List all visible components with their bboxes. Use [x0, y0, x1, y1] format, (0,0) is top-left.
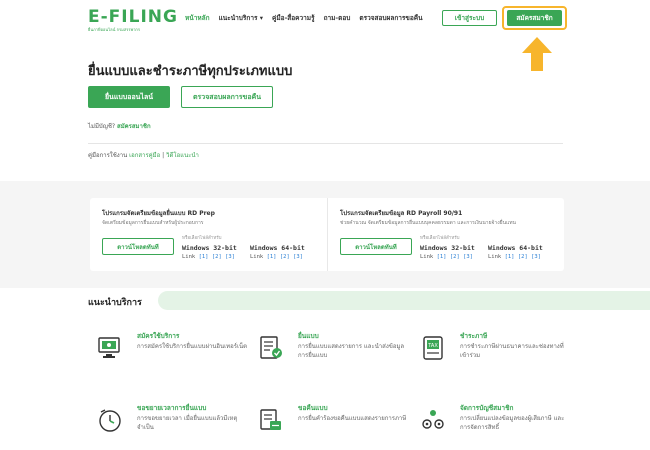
download-link-1[interactable]: [1]: [267, 254, 277, 260]
links-prefix: Link: [420, 254, 434, 260]
service-desc: การยื่นแบบแสดงรายการ และนำส่งข้อมูลการยื…: [298, 343, 405, 359]
program-desc: จัดเตรียมข้อมูลการยื่นแบบสำหรับผู้ประกอบ…: [102, 220, 204, 226]
download-link-1[interactable]: [1]: [505, 254, 515, 260]
download-link-2[interactable]: [2]: [280, 254, 290, 260]
nav-home[interactable]: หน้าหลัก: [185, 13, 210, 23]
program-title: โปรแกรมจัดเตรียมข้อมูลยื่นแบบ RD Prep: [102, 210, 215, 217]
service-name: ยื่นแบบ: [298, 332, 319, 340]
download-link-2[interactable]: [2]: [518, 254, 528, 260]
nav-services[interactable]: แนะนำบริการ ▾: [219, 13, 263, 23]
efiling-logo[interactable]: E-FILING ยื่นภาษีออนไลน์ กรมสรรพากร: [88, 9, 178, 33]
nav-manuals[interactable]: คู่มือ-สื่อความรู้: [272, 13, 315, 23]
download-link-3[interactable]: [3]: [531, 254, 541, 260]
download-link-3[interactable]: [3]: [225, 254, 235, 260]
manual-video-link[interactable]: วิดีโอแนะนำ: [166, 152, 199, 159]
manual-doc-link[interactable]: เอกสารคู่มือ: [129, 152, 160, 159]
divider: [88, 143, 563, 144]
file-form-icon: [260, 336, 282, 359]
service-name: จัดการบัญชีสมาชิก: [460, 404, 514, 412]
services-title: แนะนำบริการ: [88, 298, 142, 308]
member-account-icon: [422, 410, 444, 429]
os-win64: Windows 64-bit Link [1] [2] [3]: [250, 244, 305, 260]
download-link-1[interactable]: [1]: [199, 254, 209, 260]
os-links: Link [1] [2] [3]: [420, 254, 475, 260]
service-name: ขอขยายเวลาการยื่นแบบ: [137, 404, 207, 412]
service-account[interactable]: จัดการบัญชีสมาชิก การเปลี่ยนแปลงข้อมูลขอ…: [420, 403, 570, 448]
page-title: ยื่นแบบและชำระภาษีทุกประเภทแบบ: [88, 64, 293, 79]
program-rd-payroll: โปรแกรมจัดเตรียมข้อมูล RD Payroll 90/91 …: [327, 198, 557, 271]
service-name: ขอคืนแบบ: [298, 404, 328, 412]
os-name: Windows 32-bit: [420, 244, 475, 252]
service-pay-tax[interactable]: TAX ชำระภาษี การชำระภาษีผ่านธนาคารและช่อ…: [420, 331, 570, 376]
no-account-text: ไม่มีบัญชี? สมัครสมาชิก: [88, 121, 151, 131]
os-win32: Windows 32-bit Link [1] [2] [3]: [182, 244, 237, 260]
os-win32: Windows 32-bit Link [1] [2] [3]: [420, 244, 475, 260]
register-link[interactable]: สมัครสมาชิก: [117, 123, 151, 130]
service-name: ชำระภาษี: [460, 332, 488, 340]
links-prefix: Link: [488, 254, 502, 260]
download-now-button[interactable]: ดาวน์โหลดทันที: [102, 238, 174, 255]
manual-separator: |: [162, 152, 165, 159]
service-desc: การเปลี่ยนแปลงข้อมูลของผู้เสียภาษี และกา…: [460, 415, 565, 431]
service-desc: การชำระภาษีผ่านธนาคารและช่องทางที่เข้าร่…: [460, 343, 564, 359]
up-arrow-icon: [522, 37, 552, 71]
service-desc: การสมัครใช้บริการยื่นแบบผ่านอินเทอร์เน็ต: [137, 343, 248, 350]
manual-links: คู่มือการใช้งาน เอกสารคู่มือ | วิดีโอแนะ…: [88, 150, 199, 160]
register-button[interactable]: สมัครสมาชิก: [507, 10, 562, 26]
service-name: สมัครใช้บริการ: [137, 332, 180, 340]
service-refund[interactable]: ขอคืนแบบ การยื่นคำร้องขอคืนแบบแสดงรายการ…: [258, 403, 408, 448]
download-link-2[interactable]: [2]: [212, 254, 222, 260]
logo-subtitle: ยื่นภาษีออนไลน์ กรมสรรพากร: [88, 27, 141, 32]
os-links: Link [1] [2] [3]: [488, 254, 543, 260]
download-link-3[interactable]: [3]: [463, 254, 473, 260]
svg-text:TAX: TAX: [427, 343, 438, 349]
tax-payment-icon: TAX: [423, 336, 443, 360]
service-desc: การขอขยายเวลา เมื่อยื่นแบบแล้วมีเหตุจำเป…: [137, 415, 238, 431]
os-win64: Windows 64-bit Link [1] [2] [3]: [488, 244, 543, 260]
no-account-question: ไม่มีบัญชี?: [88, 123, 116, 130]
download-link-2[interactable]: [2]: [450, 254, 460, 260]
manual-label: คู่มือการใช้งาน: [88, 152, 128, 159]
download-link-1[interactable]: [1]: [437, 254, 447, 260]
header: E-FILING ยื่นภาษีออนไลน์ กรมสรรพากร หน้า…: [0, 0, 650, 38]
refund-document-icon: [260, 409, 281, 430]
os-links: Link [1] [2] [3]: [250, 254, 305, 260]
os-name: Windows 64-bit: [488, 244, 543, 252]
or-select-text: หรือเลือกไฟล์สำหรับ: [182, 236, 222, 241]
download-link-3[interactable]: [3]: [293, 254, 303, 260]
service-desc: การยื่นคำร้องขอคืนแบบแสดงรายการภาษี: [298, 415, 407, 422]
links-prefix: Link: [250, 254, 264, 260]
service-extension[interactable]: ขอขยายเวลาการยื่นแบบ การขอขยายเวลา เมื่อ…: [97, 403, 247, 448]
check-refund-button[interactable]: ตรวจสอบผลการขอคืน: [181, 86, 273, 108]
links-prefix: Link: [182, 254, 196, 260]
program-title: โปรแกรมจัดเตรียมข้อมูล RD Payroll 90/91: [340, 210, 463, 217]
service-register[interactable]: สมัครใช้บริการ การสมัครใช้บริการยื่นแบบผ…: [97, 331, 247, 376]
nav-faq[interactable]: ถาม-ตอบ: [324, 13, 351, 23]
clock-extension-icon: [99, 409, 121, 432]
register-computer-icon: [98, 337, 120, 358]
login-button[interactable]: เข้าสู่ระบบ: [442, 10, 497, 26]
nav-check-refund[interactable]: ตรวจสอบผลการขอคืน: [359, 13, 422, 23]
os-name: Windows 32-bit: [182, 244, 237, 252]
logo-text: E-FILING: [88, 7, 178, 27]
file-online-button[interactable]: ยื่นแบบออนไลน์: [88, 86, 170, 108]
main-nav: หน้าหลัก แนะนำบริการ ▾ คู่มือ-สื่อความรู…: [185, 13, 423, 23]
program-desc: ช่วยคำนวณ จัดเตรียมข้อมูลการยื่นแบบบุคคล…: [340, 220, 516, 226]
download-now-button[interactable]: ดาวน์โหลดทันที: [340, 238, 412, 255]
program-rd-prep: โปรแกรมจัดเตรียมข้อมูลยื่นแบบ RD Prep จั…: [90, 198, 320, 271]
service-file[interactable]: ยื่นแบบ การยื่นแบบแสดงรายการ และนำส่งข้อ…: [258, 331, 408, 376]
os-name: Windows 64-bit: [250, 244, 305, 252]
os-links: Link [1] [2] [3]: [182, 254, 237, 260]
programs-card: โปรแกรมจัดเตรียมข้อมูลยื่นแบบ RD Prep จั…: [90, 198, 564, 271]
or-select-text: หรือเลือกไฟล์สำหรับ: [420, 236, 460, 241]
services-strip: [158, 291, 650, 310]
